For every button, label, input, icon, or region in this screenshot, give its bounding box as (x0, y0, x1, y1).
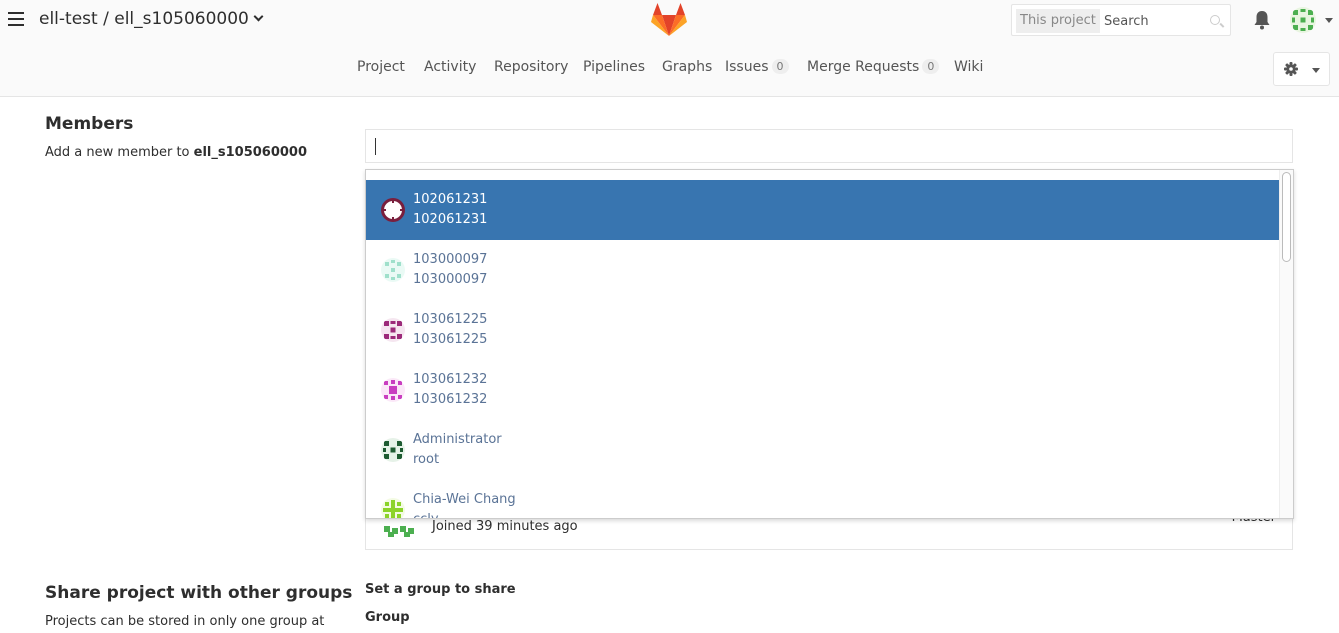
user-username: 102061231 (413, 212, 488, 227)
share-form-title: Set a group to share (365, 582, 516, 597)
user-username: 103061225 (413, 332, 488, 347)
user-name: 102061231 (413, 192, 488, 207)
user-name: 103061225 (413, 312, 488, 327)
user-avatar (381, 378, 405, 402)
hamburger-menu-icon[interactable] (8, 12, 24, 28)
user-username: 103061232 (413, 392, 488, 407)
dropdown-user-item[interactable]: Administrator root (366, 420, 1281, 480)
user-name: Administrator (413, 432, 502, 447)
chevron-down-icon[interactable] (253, 11, 264, 22)
user-username: ccly (413, 512, 439, 518)
members-title: Members (45, 114, 134, 134)
member-search-dropdown: 102061231 102061231 103000097 103000097 … (365, 169, 1294, 519)
user-avatar (381, 198, 405, 222)
project-breadcrumb[interactable]: ell-test / ell_s105060000 (39, 9, 264, 29)
member-search-input[interactable] (365, 129, 1293, 163)
dropdown-user-item[interactable]: 102061231 102061231 (366, 180, 1281, 240)
notification-bell-icon[interactable] (1253, 10, 1271, 30)
user-avatar[interactable] (1290, 7, 1316, 33)
members-description-project: ell_s105060000 (193, 145, 308, 160)
project-nav: Project Activity Repository Pipelines Gr… (0, 59, 1339, 81)
member-joined-text: Joined 39 minutes ago (432, 519, 578, 534)
gear-icon (1284, 62, 1298, 76)
project-name[interactable]: ell_s105060000 (114, 9, 249, 29)
user-avatar (381, 258, 405, 282)
dropdown-user-item[interactable]: Chia-Wei Chang ccly (366, 480, 1281, 518)
nav-pipelines[interactable]: Pipelines (583, 59, 645, 75)
members-description: Add a new member to ell_s105060000 (45, 145, 307, 160)
top-header: ell-test / ell_s105060000 This project S… (0, 0, 1339, 97)
member-avatar (382, 516, 420, 538)
search-scope-label: This project (1016, 9, 1100, 33)
search-input[interactable] (1104, 10, 1204, 32)
text-cursor (375, 138, 376, 155)
group-field-label: Group (365, 610, 410, 625)
scrollbar-thumb[interactable] (1282, 172, 1291, 262)
merge-requests-count-badge: 0 (922, 59, 940, 74)
share-title: Share project with other groups (45, 583, 353, 603)
nav-issues-label: Issues (725, 59, 769, 75)
nav-merge-requests-label: Merge Requests (807, 59, 920, 75)
breadcrumb-separator: / (97, 9, 115, 29)
gitlab-logo-icon[interactable] (651, 3, 687, 37)
user-username: root (413, 452, 440, 467)
issues-count-badge: 0 (771, 59, 789, 74)
nav-issues[interactable]: Issues 0 (725, 59, 789, 75)
nav-wiki[interactable]: Wiki (954, 59, 983, 75)
group-name[interactable]: ell-test (39, 9, 98, 29)
user-menu-caret-icon[interactable] (1325, 18, 1333, 23)
user-avatar (381, 438, 405, 462)
user-name: 103061232 (413, 372, 488, 387)
user-name: Chia-Wei Chang (413, 492, 516, 507)
search-icon (1210, 15, 1220, 25)
nav-merge-requests[interactable]: Merge Requests 0 (807, 59, 940, 75)
settings-caret-icon (1312, 68, 1320, 73)
user-avatar (381, 318, 405, 342)
nav-project[interactable]: Project (357, 59, 405, 75)
dropdown-user-item[interactable]: 103061232 103061232 (366, 360, 1281, 420)
search-box[interactable]: This project (1011, 4, 1231, 36)
user-avatar (381, 498, 405, 518)
nav-repository[interactable]: Repository (494, 59, 568, 75)
nav-activity[interactable]: Activity (424, 59, 476, 75)
share-description: Projects can be stored in only one group… (45, 614, 325, 629)
project-settings-button[interactable] (1273, 52, 1330, 86)
members-description-prefix: Add a new member to (45, 145, 194, 160)
dropdown-user-item[interactable]: 103061225 103061225 (366, 300, 1281, 360)
dropdown-scrollbar[interactable] (1279, 170, 1293, 518)
dropdown-user-item[interactable]: 103000097 103000097 (366, 240, 1281, 300)
user-username: 103000097 (413, 272, 488, 287)
nav-graphs[interactable]: Graphs (662, 59, 712, 75)
user-name: 103000097 (413, 252, 488, 267)
